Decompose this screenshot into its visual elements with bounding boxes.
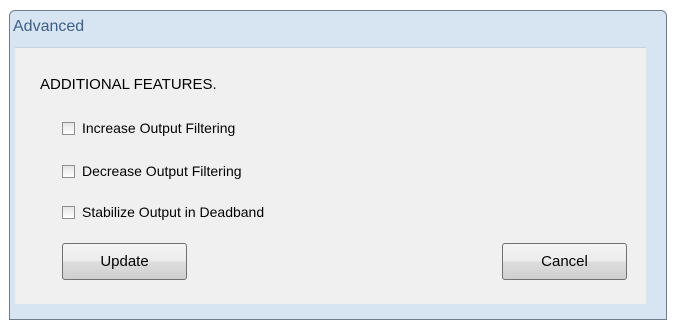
section-heading: ADDITIONAL FEATURES. (40, 76, 217, 93)
checkbox-label: Decrease Output Filtering (82, 163, 242, 179)
increase-output-filtering-checkbox[interactable]: Increase Output Filtering (62, 119, 235, 137)
dialog-title: Advanced (13, 18, 85, 35)
checkbox-square-icon[interactable] (62, 164, 75, 178)
cancel-button[interactable]: Cancel (502, 243, 627, 280)
checkbox-square-icon[interactable] (62, 205, 75, 219)
stabilize-output-in-deadband-checkbox[interactable]: Stabilize Output in Deadband (62, 203, 264, 221)
checkbox-label: Increase Output Filtering (82, 120, 236, 136)
checkbox-square-icon[interactable] (62, 121, 75, 135)
checkbox-label: Stabilize Output in Deadband (82, 204, 265, 220)
update-button[interactable]: Update (62, 243, 187, 280)
decrease-output-filtering-checkbox[interactable]: Decrease Output Filtering (62, 162, 242, 180)
